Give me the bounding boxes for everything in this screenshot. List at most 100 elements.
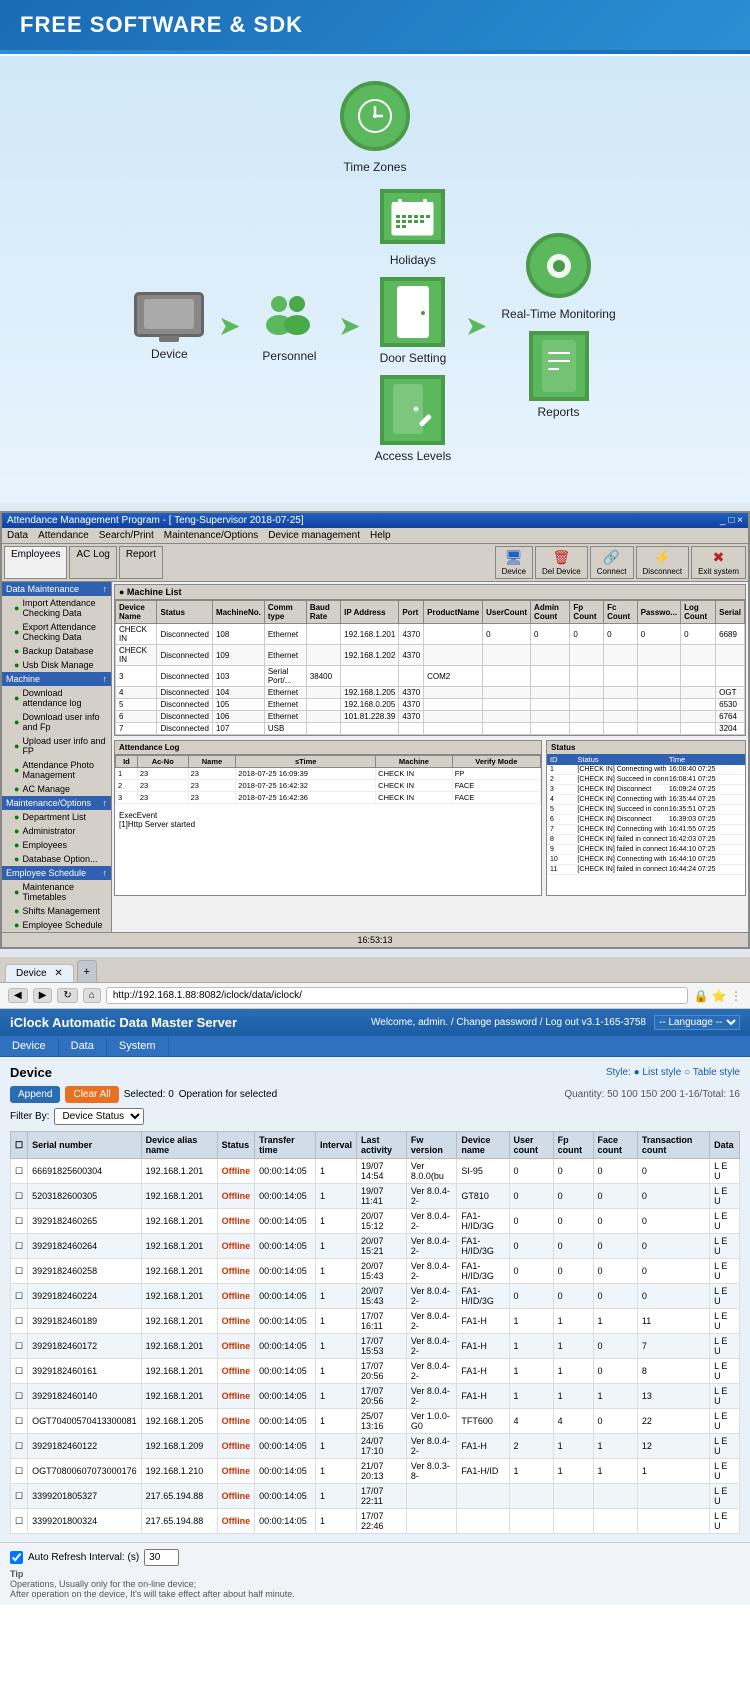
iclock-device-row[interactable]: ☐ 3929182460189 192.168.1.201 Offline 00…: [11, 1309, 740, 1334]
section-machine[interactable]: Machine↑: [2, 672, 111, 686]
device-check[interactable]: ☐: [11, 1434, 28, 1459]
refresh-interval-input[interactable]: [144, 1549, 179, 1566]
iclock-device-row[interactable]: ☐ 3929182460172 192.168.1.201 Offline 00…: [11, 1334, 740, 1359]
new-tab-button[interactable]: +: [77, 960, 97, 982]
status-time: 16:42:03 07:25: [669, 836, 742, 843]
sidebar-shifts[interactable]: ●Shifts Management: [2, 904, 111, 918]
device-check[interactable]: ☐: [11, 1184, 28, 1209]
tab-employees[interactable]: Employees: [4, 546, 67, 579]
device-status: Offline: [217, 1159, 255, 1184]
device-check[interactable]: ☐: [11, 1234, 28, 1259]
sidebar-db-option[interactable]: ●Database Option...: [2, 852, 111, 866]
sidebar-import-attendance[interactable]: ●Import Attendance Checking Data: [2, 596, 111, 620]
sidebar-download-user[interactable]: ●Download user info and Fp: [2, 710, 111, 734]
filter-select[interactable]: Device Status: [54, 1108, 144, 1125]
device-check[interactable]: ☐: [11, 1284, 28, 1309]
device-check[interactable]: ☐: [11, 1259, 28, 1284]
auto-refresh-checkbox[interactable]: [10, 1551, 23, 1564]
device-check[interactable]: ☐: [11, 1459, 28, 1484]
iclock-device-row[interactable]: ☐ 3399201805327 217.65.194.88 Offline 00…: [11, 1484, 740, 1509]
device-check[interactable]: ☐: [11, 1209, 28, 1234]
sidebar-upload-user[interactable]: ●Upload user info and FP: [2, 734, 111, 758]
iclock-device-row[interactable]: ☐ 3929182460258 192.168.1.201 Offline 00…: [11, 1259, 740, 1284]
sidebar-photo-mgmt[interactable]: ●Attendance Photo Management: [2, 758, 111, 782]
tab-aclog[interactable]: AC Log: [69, 546, 116, 579]
iclock-device-row[interactable]: ☐ 3929182460265 192.168.1.201 Offline 00…: [11, 1209, 740, 1234]
browser-refresh[interactable]: ↻: [57, 988, 77, 1003]
sidebar-ac-manage[interactable]: ●AC Manage: [2, 782, 111, 796]
device-check[interactable]: ☐: [11, 1509, 28, 1534]
browser-url[interactable]: http://192.168.1.88:8082/iclock/data/icl…: [106, 987, 689, 1004]
language-select[interactable]: -- Language --: [654, 1015, 740, 1030]
machine-row[interactable]: 5 Disconnected 105 Ethernet 192.168.0.20…: [116, 699, 745, 711]
menu-data[interactable]: Data: [7, 530, 28, 541]
browser-forward[interactable]: ▶: [33, 988, 53, 1003]
sidebar-backup-db[interactable]: ●Backup Database: [2, 644, 111, 658]
browser-tab-device[interactable]: Device ✕: [5, 964, 74, 982]
quantity-info: Quantity: 50 100 150 200 1-16/Total: 16: [564, 1089, 740, 1100]
log-row[interactable]: 2 23 23 2018-07-25 16:42:32 CHECK IN FAC…: [116, 780, 541, 792]
sidebar-usb-disk[interactable]: ●Usb Disk Manage: [2, 658, 111, 672]
device-check[interactable]: ☐: [11, 1359, 28, 1384]
iclock-device-row[interactable]: ☐ 3929182460122 192.168.1.209 Offline 00…: [11, 1434, 740, 1459]
device-check[interactable]: ☐: [11, 1484, 28, 1509]
section-data-maintenance[interactable]: Data Maintenance↑: [2, 582, 111, 596]
iclock-device-row[interactable]: ☐ 3929182460140 192.168.1.201 Offline 00…: [11, 1384, 740, 1409]
machine-row[interactable]: 7 Disconnected 107 USB 3204: [116, 723, 745, 735]
device-check[interactable]: ☐: [11, 1384, 28, 1409]
browser-back[interactable]: ◀: [8, 988, 28, 1003]
sidebar-export-attendance[interactable]: ●Export Attendance Checking Data: [2, 620, 111, 644]
machine-row[interactable]: 3 Disconnected 103 Serial Port/... 38400…: [116, 666, 745, 687]
nav-system[interactable]: System: [107, 1036, 169, 1056]
tab-close[interactable]: ✕: [54, 968, 62, 979]
menu-device-mgmt[interactable]: Device management: [268, 530, 360, 541]
log-row[interactable]: 3 23 23 2018-07-25 16:42:36 CHECK IN FAC…: [116, 792, 541, 804]
section-maintenance[interactable]: Maintenance/Options↑: [2, 796, 111, 810]
device-check[interactable]: ☐: [11, 1409, 28, 1434]
section-emp-schedule[interactable]: Employee Schedule↑: [2, 866, 111, 880]
btn-disconnect[interactable]: ⚡ Disconnect: [636, 546, 690, 579]
style-toggle[interactable]: Style: ● List style ○ Table style: [606, 1067, 740, 1078]
machine-row[interactable]: CHECK IN Disconnected 108 Ethernet 192.1…: [116, 624, 745, 645]
machine-row[interactable]: 4 Disconnected 104 Ethernet 192.168.1.20…: [116, 687, 745, 699]
iclock-device-row[interactable]: ☐ 5203182600305 192.168.1.201 Offline 00…: [11, 1184, 740, 1209]
device-check[interactable]: ☐: [11, 1334, 28, 1359]
iclock-device-row[interactable]: ☐ OGT70800607073000176 192.168.1.210 Off…: [11, 1459, 740, 1484]
append-button[interactable]: Append: [10, 1086, 60, 1103]
sidebar-maintenance-tt[interactable]: ●Maintenance Timetables: [2, 880, 111, 904]
device-check[interactable]: ☐: [11, 1159, 28, 1184]
iclock-device-row[interactable]: ☐ 3929182460161 192.168.1.201 Offline 00…: [11, 1359, 740, 1384]
sidebar-download-log[interactable]: ●Download attendance log: [2, 686, 111, 710]
menu-help[interactable]: Help: [370, 530, 391, 541]
btn-connect[interactable]: 🔗 Connect: [590, 546, 634, 579]
tip-title: Tip: [10, 1569, 23, 1579]
browser-home[interactable]: ⌂: [83, 988, 101, 1003]
device-users: 0: [509, 1284, 553, 1309]
menu-attendance[interactable]: Attendance: [38, 530, 89, 541]
log-col-machine: Machine: [376, 756, 453, 768]
sidebar-admin[interactable]: ●Administrator: [2, 824, 111, 838]
iclock-device-row[interactable]: ☐ 3929182460224 192.168.1.201 Offline 00…: [11, 1284, 740, 1309]
iclock-device-row[interactable]: ☐ 3929182460264 192.168.1.201 Offline 00…: [11, 1234, 740, 1259]
machine-row[interactable]: CHECK IN Disconnected 109 Ethernet 192.1…: [116, 645, 745, 666]
menu-maintenance[interactable]: Maintenance/Options: [164, 530, 259, 541]
clear-all-button[interactable]: Clear All: [65, 1086, 118, 1103]
sidebar-employees[interactable]: ●Employees: [2, 838, 111, 852]
btn-del-device[interactable]: 🗑 Del Device: [535, 546, 588, 579]
status-id: 10: [550, 856, 577, 863]
machine-row[interactable]: 6 Disconnected 106 Ethernet 101.81.228.3…: [116, 711, 745, 723]
menu-search[interactable]: Search/Print: [99, 530, 154, 541]
sidebar-dept-list[interactable]: ●Department List: [2, 810, 111, 824]
status-time: 16:41:55 07:25: [669, 826, 742, 833]
iclock-device-row[interactable]: ☐ OGT70400570413300081 192.168.1.205 Off…: [11, 1409, 740, 1434]
log-row[interactable]: 1 23 23 2018-07-25 16:09:39 CHECK IN FP: [116, 768, 541, 780]
btn-device[interactable]: 🖥 Device: [495, 546, 533, 579]
nav-device[interactable]: Device: [0, 1036, 59, 1056]
btn-exit[interactable]: ✖ Exit system: [691, 546, 746, 579]
sidebar-emp-schedule[interactable]: ●Employee Schedule: [2, 918, 111, 932]
tab-report[interactable]: Report: [119, 546, 163, 579]
device-check[interactable]: ☐: [11, 1309, 28, 1334]
iclock-device-row[interactable]: ☐ 66691825600304 192.168.1.201 Offline 0…: [11, 1159, 740, 1184]
iclock-device-row[interactable]: ☐ 3399201800324 217.65.194.88 Offline 00…: [11, 1509, 740, 1534]
nav-data[interactable]: Data: [59, 1036, 107, 1056]
